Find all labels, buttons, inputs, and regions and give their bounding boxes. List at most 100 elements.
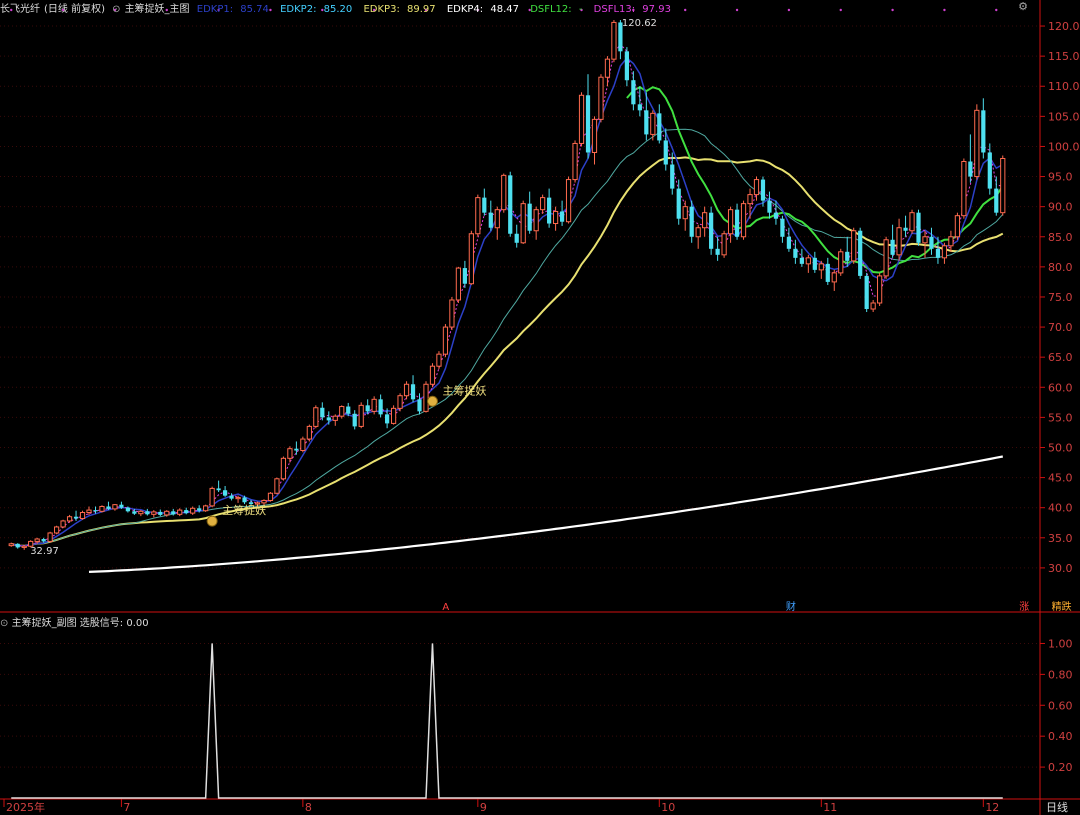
candle (682, 206, 688, 220)
candle (21, 545, 27, 548)
candle (864, 275, 869, 310)
x-tick-label: 8 (305, 801, 312, 814)
signal-label: 主筹捉妖 (222, 503, 266, 517)
candle (547, 197, 552, 224)
x-tick-label: 9 (480, 801, 487, 814)
candle (818, 263, 824, 271)
top-marker-dot (891, 8, 894, 12)
candle (73, 516, 79, 519)
candle (767, 200, 772, 213)
sub-y-tick-label: 0.20 (1048, 761, 1073, 774)
event-marker: 涨 (1019, 601, 1029, 613)
candle (941, 245, 948, 259)
candle (896, 227, 902, 256)
candle (954, 215, 961, 238)
y-tick-label: 45.0 (1048, 472, 1073, 485)
candle (177, 509, 183, 515)
candle (300, 438, 306, 451)
candle (138, 510, 144, 515)
y-tick-label: 110.0 (1048, 80, 1080, 93)
candle (119, 504, 124, 508)
signal-label: 主筹捉妖 (442, 383, 486, 397)
candle (339, 406, 345, 417)
edkp3-value: 89.97 (407, 4, 436, 15)
y-tick-label: 30.0 (1048, 562, 1073, 575)
candle (125, 507, 130, 512)
signal-label: 选股信号: (79, 618, 124, 629)
candle (34, 538, 40, 542)
y-tick-label: 85.0 (1048, 231, 1073, 244)
main-header: 长飞光纤 (日线 前复权) ⊙ 主筹捉妖_主图 EDKP1: 85.74 EDKP2… (0, 0, 679, 15)
candle (909, 212, 915, 232)
candle (773, 212, 779, 219)
candle (164, 510, 170, 516)
candle (780, 218, 785, 237)
candle (280, 457, 287, 480)
toggle-icon[interactable]: ⊙ (112, 4, 120, 15)
candle (326, 417, 331, 421)
timeframe-label: 日线 (1046, 800, 1068, 814)
candle (397, 395, 403, 409)
top-marker-dot (787, 8, 791, 12)
candle (287, 448, 293, 459)
stock-chart[interactable]: 30.0 35.0 40.0 45.0 50.0 55.0 60.0 65.0 70.0 75.0… (0, 0, 1080, 815)
candle (429, 365, 436, 385)
candle (346, 406, 351, 414)
low-price-label: 32.97 (30, 546, 59, 557)
candle (145, 511, 150, 515)
edkp3-label: EDKP3: (363, 4, 400, 15)
signal-icon (206, 515, 218, 527)
candle (825, 263, 830, 282)
candle (403, 383, 410, 397)
dsfl12-value: - (578, 4, 583, 15)
candle (527, 203, 532, 231)
candle (66, 516, 73, 522)
candle (935, 248, 941, 258)
candle (520, 203, 526, 244)
top-marker-dot (839, 8, 842, 12)
candle (332, 415, 338, 421)
period-label: (日线 前复权) (44, 4, 105, 15)
top-marker-dot (735, 8, 739, 12)
gear-icon[interactable]: ⚙ (1018, 0, 1028, 13)
candle (734, 209, 740, 237)
candle (695, 227, 701, 238)
candle (657, 113, 662, 141)
candle (572, 142, 578, 181)
candle (831, 272, 837, 283)
candle (482, 197, 487, 213)
candle (306, 425, 312, 440)
candle (294, 448, 299, 451)
y-tick-label: 60.0 (1048, 381, 1073, 394)
candle (242, 497, 247, 503)
candle (805, 257, 811, 265)
candle (229, 495, 234, 499)
candle (442, 326, 449, 355)
y-tick-label: 65.0 (1048, 351, 1073, 364)
candle (216, 488, 221, 491)
candle (501, 174, 507, 211)
candle (890, 239, 895, 255)
candle (352, 413, 357, 427)
candle (747, 194, 753, 205)
candle (106, 506, 111, 509)
candle (365, 405, 370, 412)
candle (378, 399, 383, 415)
candle (591, 118, 598, 153)
top-marker-dot (684, 8, 687, 12)
edkp3-line (10, 156, 1004, 547)
candle (508, 175, 513, 234)
candle (184, 510, 189, 514)
y-tick-label: 40.0 (1048, 502, 1073, 515)
sub-toggle-icon[interactable]: ⊙ (0, 618, 8, 629)
candle (436, 353, 442, 367)
dsfl13-label: DSFL13: (593, 4, 636, 15)
candle (533, 209, 539, 232)
x-tick-label: 7 (123, 801, 130, 814)
y-tick-label: 80.0 (1048, 261, 1073, 274)
candle (760, 179, 766, 201)
candle (53, 526, 60, 534)
candle (15, 543, 20, 548)
candle (598, 76, 604, 120)
edkp1-line (10, 57, 1004, 547)
